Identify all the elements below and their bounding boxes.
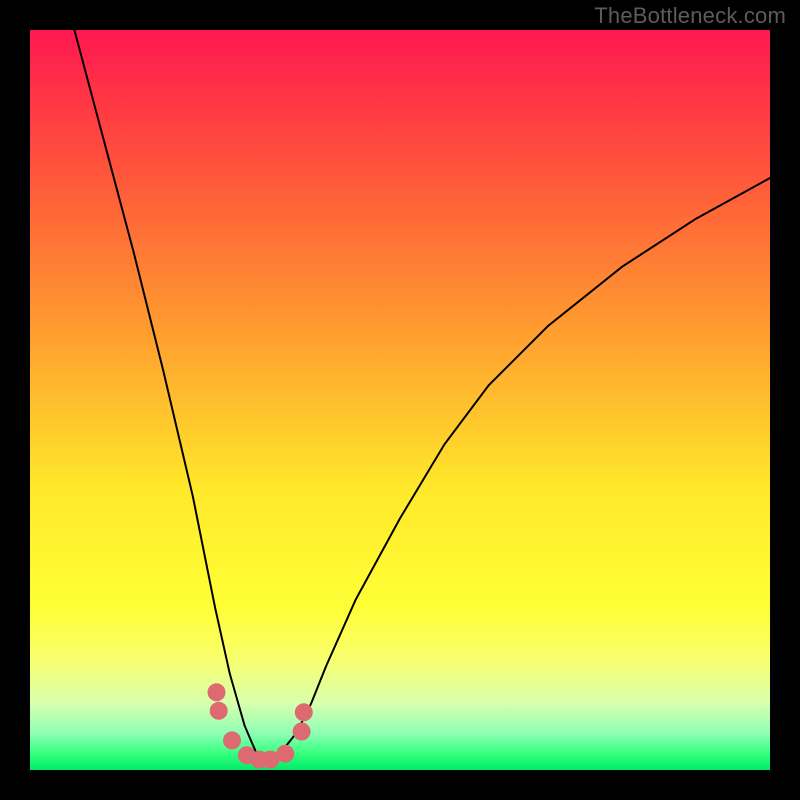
marker-dot [295,703,313,721]
marker-dot [293,723,311,741]
marker-dot [276,745,294,763]
marker-dot [210,702,228,720]
curve-svg [30,30,770,770]
bottleneck-curve [74,30,770,759]
watermark-label: TheBottleneck.com [594,3,786,29]
marker-dot [223,731,241,749]
marker-dot [208,683,226,701]
plot-area [30,30,770,770]
chart-container: TheBottleneck.com [0,0,800,800]
curve-markers [208,683,313,768]
